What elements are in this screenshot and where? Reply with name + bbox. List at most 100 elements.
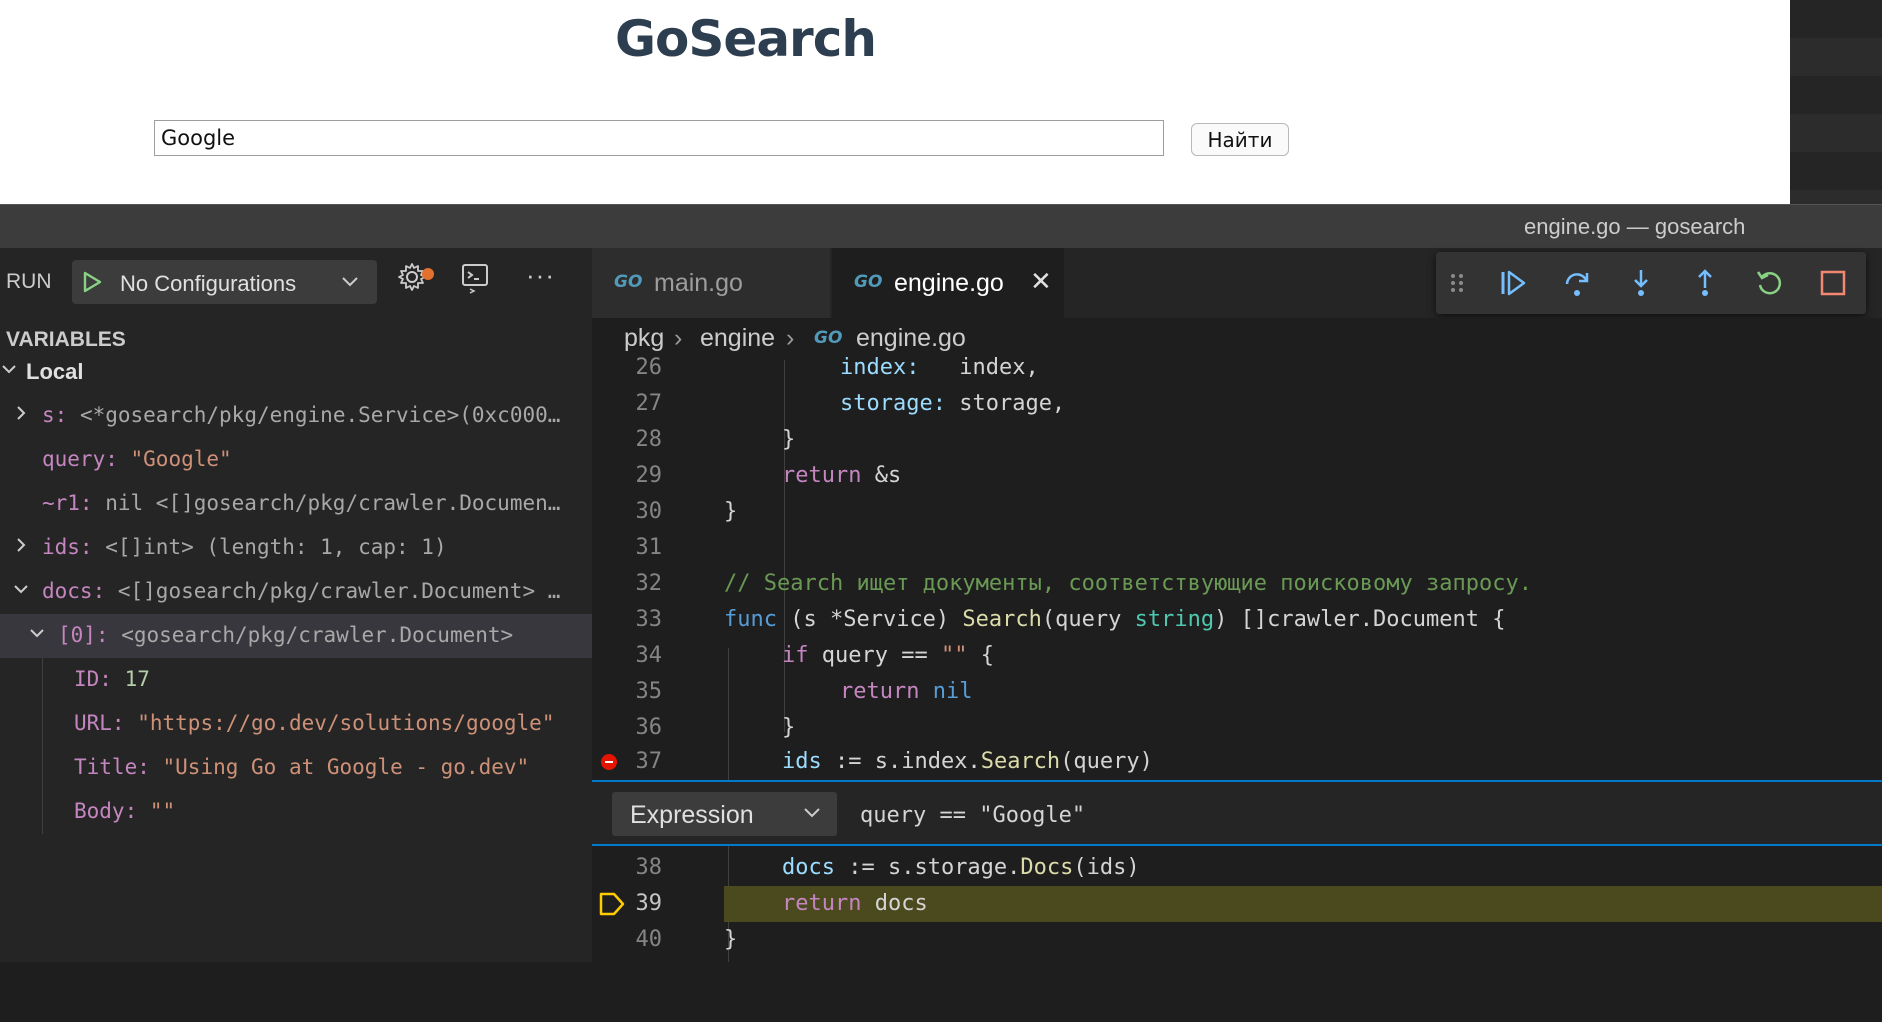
more-actions-icon[interactable]: ··· [526,260,555,291]
line-number: 39 [635,891,663,916]
code-token: ) []crawler.Document { [1214,607,1506,632]
variable-value: <gosearch/pkg/crawler.Document> [121,623,514,647]
launch-config-label: No Configurations [120,271,297,296]
tab-label: main.go [654,269,743,297]
breadcrumb-item[interactable]: engine [700,324,775,353]
breakpoint-condition-input[interactable] [858,794,1852,836]
code-token: { [967,643,994,668]
variable-row[interactable]: Body: "" [0,790,592,834]
code-token: ids [782,749,822,774]
line-number: 40 [635,927,663,952]
code-token: Search [962,607,1042,632]
variable-name: ids: [42,535,93,559]
page-title: GoSearch [615,10,877,68]
code-line[interactable]: 28 } [592,422,1882,458]
code-line[interactable]: 30 } [592,494,1882,530]
editor-tab-bar: GO main.go GO engine.go ✕ [592,248,1882,318]
variable-row[interactable]: Title: "Using Go at Google - go.dev" [0,746,592,790]
variable-value: nil <[]gosearch/pkg/crawler.Documen… [105,491,561,515]
code-token: docs [861,891,928,916]
code-token: } [782,427,796,452]
code-line[interactable]: 36 } [592,710,1882,746]
continue-icon[interactable] [1498,268,1528,298]
line-number: 32 [635,571,663,596]
chevron-right-icon[interactable] [12,404,30,422]
code-line[interactable]: 29 return &s [592,458,1882,494]
variable-name: ID: [74,667,112,691]
code-line[interactable]: 26 index: index, [592,350,1882,386]
breakpoint-type-select[interactable]: Expression [612,792,837,836]
breadcrumb-item[interactable]: engine.go [856,324,966,353]
code-token: storage, [959,391,1066,416]
variable-row-selected[interactable]: [0]: <gosearch/pkg/crawler.Document> [0,614,592,658]
code-line[interactable]: 33 func (s *Service) Search(query string… [592,602,1882,638]
code-token: string [1134,607,1215,632]
variable-name: Body: [74,799,138,823]
variable-row[interactable]: query: "Google" [0,438,592,482]
chevron-right-icon[interactable] [12,536,30,554]
launch-config-select[interactable]: No Configurations [72,260,377,304]
variable-name: URL: [74,711,125,735]
scope-local[interactable]: Local [0,350,592,394]
variable-row[interactable]: ids: <[]int> (length: 1, cap: 1) [0,526,592,570]
modified-badge [422,268,434,280]
variable-row[interactable]: URL: "https://go.dev/solutions/google" [0,702,592,746]
chevron-right-icon: › [674,324,683,352]
code-token: (query) [1060,749,1153,774]
line-number: 30 [635,499,663,524]
code-token: } [724,927,738,952]
variable-row[interactable]: ID: 17 [0,658,592,702]
code-line[interactable]: 32 // Search ищет документы, соответству… [592,566,1882,602]
variables-section-header[interactable]: VARIABLES [6,328,126,352]
code-line[interactable]: 38 docs := s.storage.Docs(ids) [592,850,1882,886]
line-number: 37 [635,749,663,774]
variable-row[interactable]: s: <*gosearch/pkg/engine.Service>(0xc000… [0,394,592,438]
code-token: := s.storage. [834,855,1021,880]
step-into-icon[interactable] [1626,268,1656,298]
play-icon[interactable] [80,270,104,294]
close-icon[interactable]: ✕ [1030,266,1052,297]
code-line[interactable]: 31 [592,530,1882,566]
stop-icon[interactable] [1818,268,1848,298]
code-line[interactable]: 27 storage: storage, [592,386,1882,422]
variable-value: <*gosearch/pkg/engine.Service>(0xc000… [79,403,561,427]
code-token: (ids) [1073,855,1140,880]
code-token: index, [959,355,1039,380]
breadcrumb-item[interactable]: pkg [624,324,664,353]
tab-main-go[interactable]: GO main.go [592,248,830,318]
variable-row[interactable]: ~r1: nil <[]gosearch/pkg/crawler.Documen… [0,482,592,526]
code-line[interactable]: 37 ids := s.index.Search(query) [592,744,1882,780]
chevron-down-icon [2,365,16,374]
breakpoint-icon[interactable] [601,754,617,770]
line-number: 31 [635,535,663,560]
line-number: 28 [635,427,663,452]
code-token: return [782,463,862,488]
variable-row[interactable]: docs: <[]gosearch/pkg/crawler.Document> … [0,570,592,614]
chevron-down-icon [804,808,820,818]
restart-icon[interactable] [1754,268,1784,298]
code-line[interactable]: 40 } [592,922,1882,958]
chevron-down-icon[interactable] [28,624,46,642]
code-line[interactable]: 34 if query == "" { [592,638,1882,674]
line-number: 33 [635,607,663,632]
background-window [1790,0,1882,204]
code-token: storage: [840,391,946,416]
step-out-icon[interactable] [1690,268,1720,298]
search-button[interactable]: Найти [1191,123,1289,156]
code-line[interactable]: 35 return nil [592,674,1882,710]
search-input[interactable] [154,120,1164,156]
debug-console-icon[interactable] [460,262,492,294]
variable-name: docs: [42,579,106,603]
chevron-down-icon[interactable] [12,580,30,598]
line-number: 26 [635,355,663,380]
drag-handle-icon[interactable] [1448,268,1466,298]
code-line-current[interactable]: 39 return docs [592,886,1882,922]
variable-value: "" [149,799,176,823]
code-token: "" [940,643,968,668]
code-token: index: [840,355,920,380]
code-token: &s [874,463,902,488]
tab-engine-go[interactable]: GO engine.go ✕ [832,248,1064,318]
variable-value: "Using Go at Google - go.dev" [162,755,530,779]
step-over-icon[interactable] [1562,268,1592,298]
chevron-right-icon: › [786,324,795,352]
